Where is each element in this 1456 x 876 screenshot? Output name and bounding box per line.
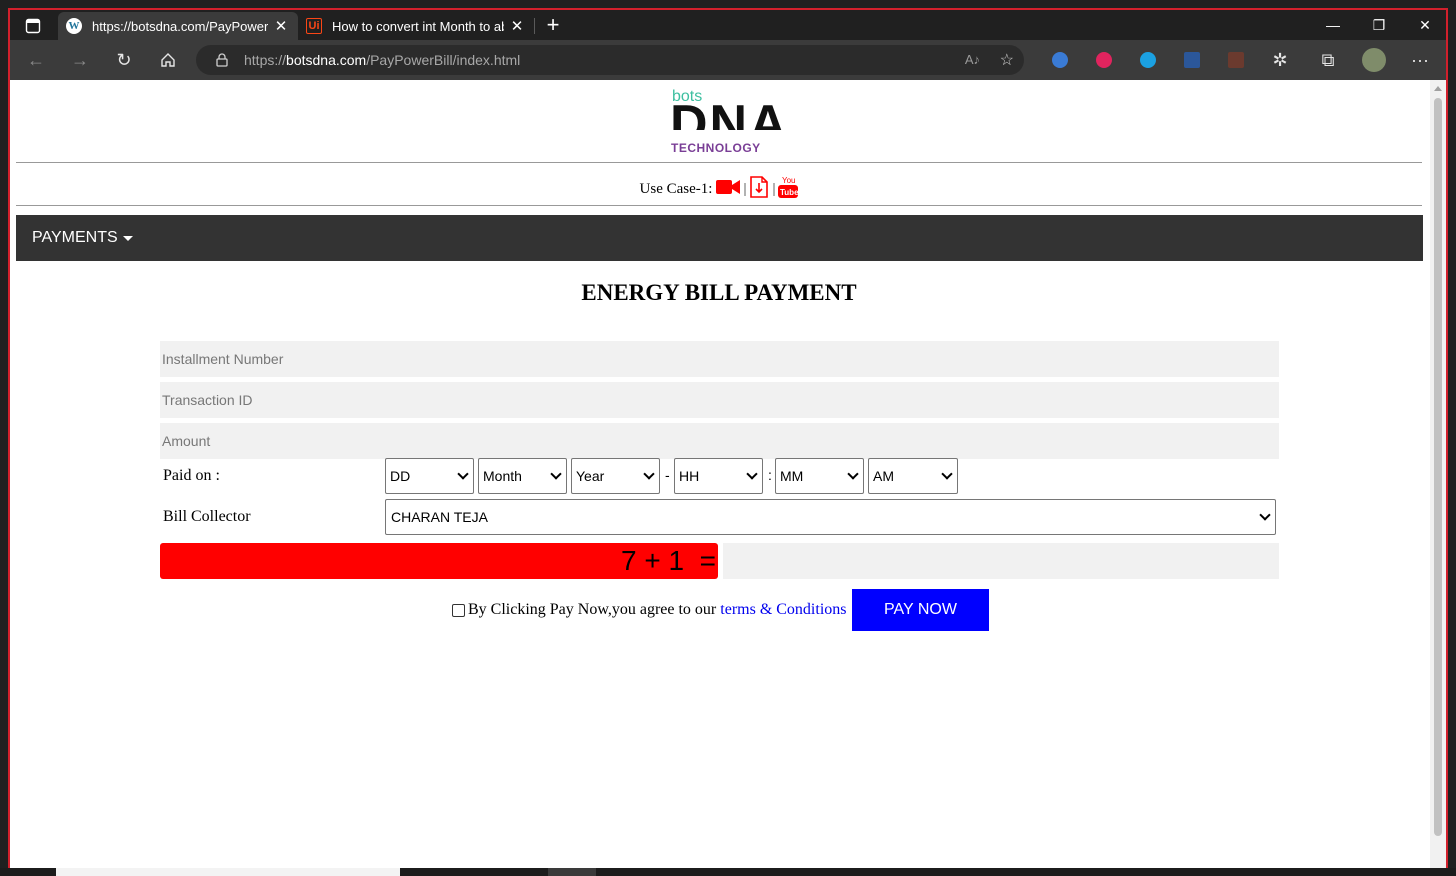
video-camera-icon[interactable] (716, 179, 741, 200)
tab-paypowerbill[interactable]: W https://botsdna.com/PayPowerBill ✕ (58, 12, 298, 40)
svg-text:Tube: Tube (780, 188, 798, 197)
usecase-row: Use Case-1: | | You Tube (10, 175, 1428, 204)
browser-window: W https://botsdna.com/PayPowerBill ✕ Ui … (8, 8, 1448, 876)
tab-divider (534, 18, 535, 34)
close-tab-icon[interactable]: ✕ (272, 17, 290, 35)
nav-payments-dropdown[interactable]: PAYMENTS (32, 215, 133, 261)
tab-uipath-forum[interactable]: Ui How to convert int Month to abbr ✕ (298, 12, 534, 40)
caret-down-icon (122, 235, 133, 241)
favorites-add-icon[interactable]: ☆ (1000, 50, 1014, 70)
extension-2-icon[interactable] (1096, 52, 1112, 68)
chevron-down-icon (847, 468, 859, 480)
tab-actions-icon[interactable] (18, 15, 48, 37)
bill-collector-value: CHARAN TEJA (391, 509, 488, 525)
tab-title: How to convert int Month to abbr (332, 18, 504, 34)
read-aloud-icon[interactable]: A♪ (965, 52, 980, 67)
month-select-value: Month (483, 468, 522, 484)
day-select[interactable]: DD (385, 458, 474, 494)
agree-row: By Clicking Pay Now,you agree to our ter… (452, 601, 847, 619)
chevron-down-icon (550, 468, 562, 480)
captcha-answer-input[interactable] (723, 543, 1279, 579)
uipath-icon: Ui (306, 18, 322, 34)
forward-icon[interactable]: → (66, 46, 94, 74)
pay-now-button[interactable]: PAY NOW (852, 589, 989, 631)
os-taskbar (0, 868, 1456, 876)
agree-checkbox[interactable] (452, 603, 465, 617)
extension-4-icon[interactable] (1184, 52, 1200, 68)
botsdna-logo[interactable]: bots DNA TECHNOLOGY (670, 88, 787, 155)
captcha-text: 7 + 1 = (621, 545, 716, 576)
refresh-icon[interactable]: ↻ (110, 46, 138, 74)
pdf-document-icon[interactable] (749, 176, 769, 203)
divider (16, 205, 1422, 206)
divider (16, 162, 1422, 163)
address-bar[interactable]: https://botsdna.com/PayPowerBill/index.h… (196, 45, 1024, 75)
tab-bar: W https://botsdna.com/PayPowerBill ✕ Ui … (10, 10, 1446, 40)
minimize-icon[interactable]: — (1310, 10, 1356, 40)
web-page: bots DNA TECHNOLOGY Use Case-1: | | You T… (10, 80, 1430, 876)
page-title: ENERGY BILL PAYMENT (581, 280, 857, 305)
chevron-down-icon (457, 468, 469, 480)
chevron-down-icon (941, 468, 953, 480)
separator: | (772, 181, 776, 197)
logo-dna: DNA (670, 95, 789, 130)
paid-on-label: Paid on : (163, 467, 220, 484)
bill-collector-select[interactable]: CHARAN TEJA (385, 499, 1276, 535)
more-options-icon[interactable]: ··· (1406, 46, 1434, 74)
tab-title: https://botsdna.com/PayPowerBill (92, 18, 268, 34)
chevron-down-icon (746, 468, 758, 480)
youtube-icon[interactable]: You Tube (778, 175, 800, 204)
agree-text: By Clicking Pay Now,you agree to our (468, 601, 717, 618)
navbar: PAYMENTS (16, 215, 1423, 261)
separator: | (743, 181, 747, 197)
terms-link[interactable]: terms & Conditions (720, 601, 846, 619)
extension-3-icon[interactable] (1140, 52, 1156, 68)
ampm-select-value: AM (873, 468, 894, 484)
bill-collector-label: Bill Collector (163, 508, 251, 525)
nav-payments-label: PAYMENTS (32, 229, 118, 246)
extension-1-icon[interactable] (1052, 52, 1068, 68)
close-window-icon[interactable]: ✕ (1402, 10, 1446, 40)
taskbar-search[interactable] (56, 868, 400, 876)
month-select[interactable]: Month (478, 458, 567, 494)
captcha-display: 7 + 1 = (160, 543, 718, 579)
usecase-label: Use Case-1: (639, 181, 713, 197)
amount-input[interactable]: Amount (160, 423, 1279, 459)
installment-number-input[interactable]: Installment Number (160, 341, 1279, 377)
scroll-up-icon[interactable] (1434, 86, 1442, 91)
back-icon[interactable]: ← (22, 46, 50, 74)
transaction-id-input[interactable]: Transaction ID (160, 382, 1279, 418)
url-scheme: https:// (244, 52, 287, 68)
svg-text:You: You (782, 176, 796, 185)
close-tab-icon[interactable]: ✕ (508, 17, 526, 35)
lock-icon[interactable] (212, 53, 232, 67)
chevron-down-icon (643, 468, 655, 480)
restore-icon[interactable]: ❐ (1356, 10, 1402, 40)
url-path: /PayPowerBill/index.html (366, 52, 521, 68)
ampm-select[interactable]: AM (868, 458, 958, 494)
hour-select-value: HH (679, 468, 700, 484)
extension-5-icon[interactable] (1228, 52, 1244, 68)
url-host: botsdna.com (286, 52, 367, 68)
scroll-thumb[interactable] (1434, 98, 1442, 836)
chevron-down-icon (1259, 509, 1271, 521)
taskbar-app[interactable] (548, 868, 596, 876)
year-select[interactable]: Year (571, 458, 660, 494)
extensions-puzzle-icon[interactable]: ✲ (1266, 46, 1294, 74)
browser-toolbar: ← → ↻ https://botsdna.com/PayPowerBill/i… (10, 40, 1446, 80)
minute-select-value: MM (780, 468, 804, 484)
page-scrollbar[interactable] (1430, 80, 1446, 876)
home-icon[interactable] (154, 46, 182, 74)
new-tab-icon[interactable]: + (540, 13, 566, 39)
day-select-value: DD (390, 468, 411, 484)
date-time-separator: - (665, 467, 670, 483)
wordpress-icon: W (66, 18, 82, 34)
minute-select[interactable]: MM (775, 458, 864, 494)
profile-avatar[interactable] (1362, 48, 1386, 72)
time-separator: : (768, 467, 772, 483)
collections-icon[interactable]: ⧉ (1314, 46, 1342, 74)
logo-technology: TECHNOLOGY (671, 141, 761, 155)
year-select-value: Year (576, 468, 605, 484)
hour-select[interactable]: HH (674, 458, 763, 494)
